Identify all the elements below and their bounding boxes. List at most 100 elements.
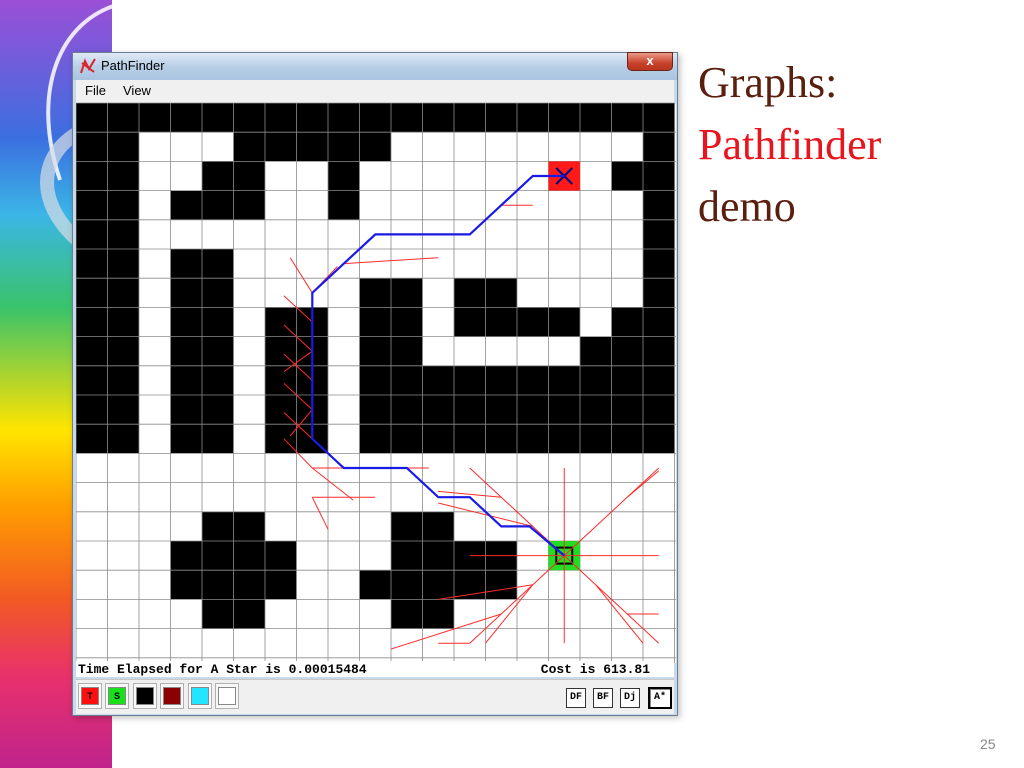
open-cell <box>548 132 581 162</box>
slide-title-line-2: Pathfinder <box>698 120 882 169</box>
open-cell <box>548 219 581 250</box>
wall-cell <box>233 541 266 571</box>
open-cell <box>328 628 360 659</box>
open-cell <box>296 219 329 250</box>
open-cell <box>359 511 392 542</box>
swatch-source[interactable]: S <box>108 687 126 705</box>
swatch-mud[interactable] <box>163 687 181 705</box>
open-cell <box>422 307 455 337</box>
wall-cell <box>517 307 549 337</box>
wall-cell <box>391 395 423 425</box>
wall-cell <box>359 395 392 425</box>
open-cell <box>517 336 549 367</box>
menu-view[interactable]: View <box>123 83 151 98</box>
wall-cell <box>454 424 486 454</box>
close-button[interactable]: x <box>627 52 673 71</box>
open-cell <box>233 395 266 425</box>
window-titlebar[interactable]: PathFinder x <box>73 52 677 80</box>
open-cell <box>580 628 612 659</box>
wall-cell <box>391 103 423 133</box>
open-cell <box>202 453 234 483</box>
wall-cell <box>391 541 423 571</box>
algo-dijkstra-button[interactable]: Dj <box>620 688 640 708</box>
swatch-target[interactable]: T <box>81 687 99 705</box>
wall-cell <box>233 132 266 162</box>
open-cell <box>580 278 612 308</box>
wall-cell <box>233 190 266 221</box>
open-cell <box>359 628 392 659</box>
grid-svg[interactable] <box>76 103 676 663</box>
open-cell <box>454 511 486 542</box>
wall-cell <box>391 278 423 308</box>
wall-cell <box>170 570 203 600</box>
wall-cell <box>359 278 392 308</box>
algo-depth-first-button[interactable]: DF <box>566 688 586 708</box>
algo-astar-button[interactable]: A* <box>648 687 672 709</box>
open-cell <box>328 511 360 542</box>
wall-cell <box>202 424 234 454</box>
open-cell <box>454 336 486 367</box>
open-cell <box>580 307 612 337</box>
wall-cell <box>76 249 108 279</box>
open-cell <box>580 219 612 250</box>
open-cell <box>611 190 644 221</box>
open-cell <box>359 190 392 221</box>
wall-cell <box>76 424 108 454</box>
open-cell <box>76 599 108 629</box>
open-cell <box>611 219 644 250</box>
open-cell <box>265 219 297 250</box>
wall-cell <box>76 219 108 250</box>
open-cell <box>422 336 455 367</box>
wall-cell <box>170 365 203 396</box>
wall-cell <box>107 190 140 221</box>
wall-cell <box>422 395 455 425</box>
open-cell <box>170 132 203 162</box>
open-cell <box>548 336 581 367</box>
open-cell <box>202 132 234 162</box>
open-cell <box>296 541 329 571</box>
wall-cell <box>422 511 455 542</box>
wall-cell <box>580 424 612 454</box>
open-cell <box>454 132 486 162</box>
wall-cell <box>391 307 423 337</box>
wall-cell <box>643 307 675 337</box>
open-cell <box>139 570 171 600</box>
open-cell <box>643 570 675 600</box>
wall-cell <box>517 424 549 454</box>
open-cell <box>139 219 171 250</box>
open-cell <box>139 132 171 162</box>
open-cell <box>265 190 297 221</box>
wall-cell <box>76 365 108 396</box>
wall-cell <box>580 365 612 396</box>
wall-cell <box>107 278 140 308</box>
open-cell <box>139 424 171 454</box>
algo-breadth-first-button[interactable]: BF <box>593 688 613 708</box>
open-cell <box>139 628 171 659</box>
swatch-wall[interactable] <box>136 687 154 705</box>
wall-cell <box>485 395 518 425</box>
menu-file[interactable]: File <box>85 83 106 98</box>
open-cell <box>611 628 644 659</box>
open-cell <box>296 249 329 279</box>
open-cell <box>233 219 266 250</box>
wall-cell <box>454 103 486 133</box>
wall-cell <box>107 103 140 133</box>
wall-cell <box>265 103 297 133</box>
wall-cell <box>202 278 234 308</box>
open-cell <box>265 249 297 279</box>
wall-cell <box>107 132 140 162</box>
open-cell <box>76 628 108 659</box>
open-cell <box>107 453 140 483</box>
open-cell <box>517 278 549 308</box>
open-cell <box>170 219 203 250</box>
wall-cell <box>328 190 360 221</box>
wall-cell <box>422 570 455 600</box>
pathfinder-grid-canvas[interactable] <box>76 103 676 663</box>
open-cell <box>422 132 455 162</box>
wall-cell <box>202 511 234 542</box>
open-cell <box>107 482 140 513</box>
wall-cell <box>107 307 140 337</box>
swatch-water[interactable] <box>191 687 209 705</box>
open-cell <box>233 307 266 337</box>
swatch-normal[interactable] <box>218 687 236 705</box>
